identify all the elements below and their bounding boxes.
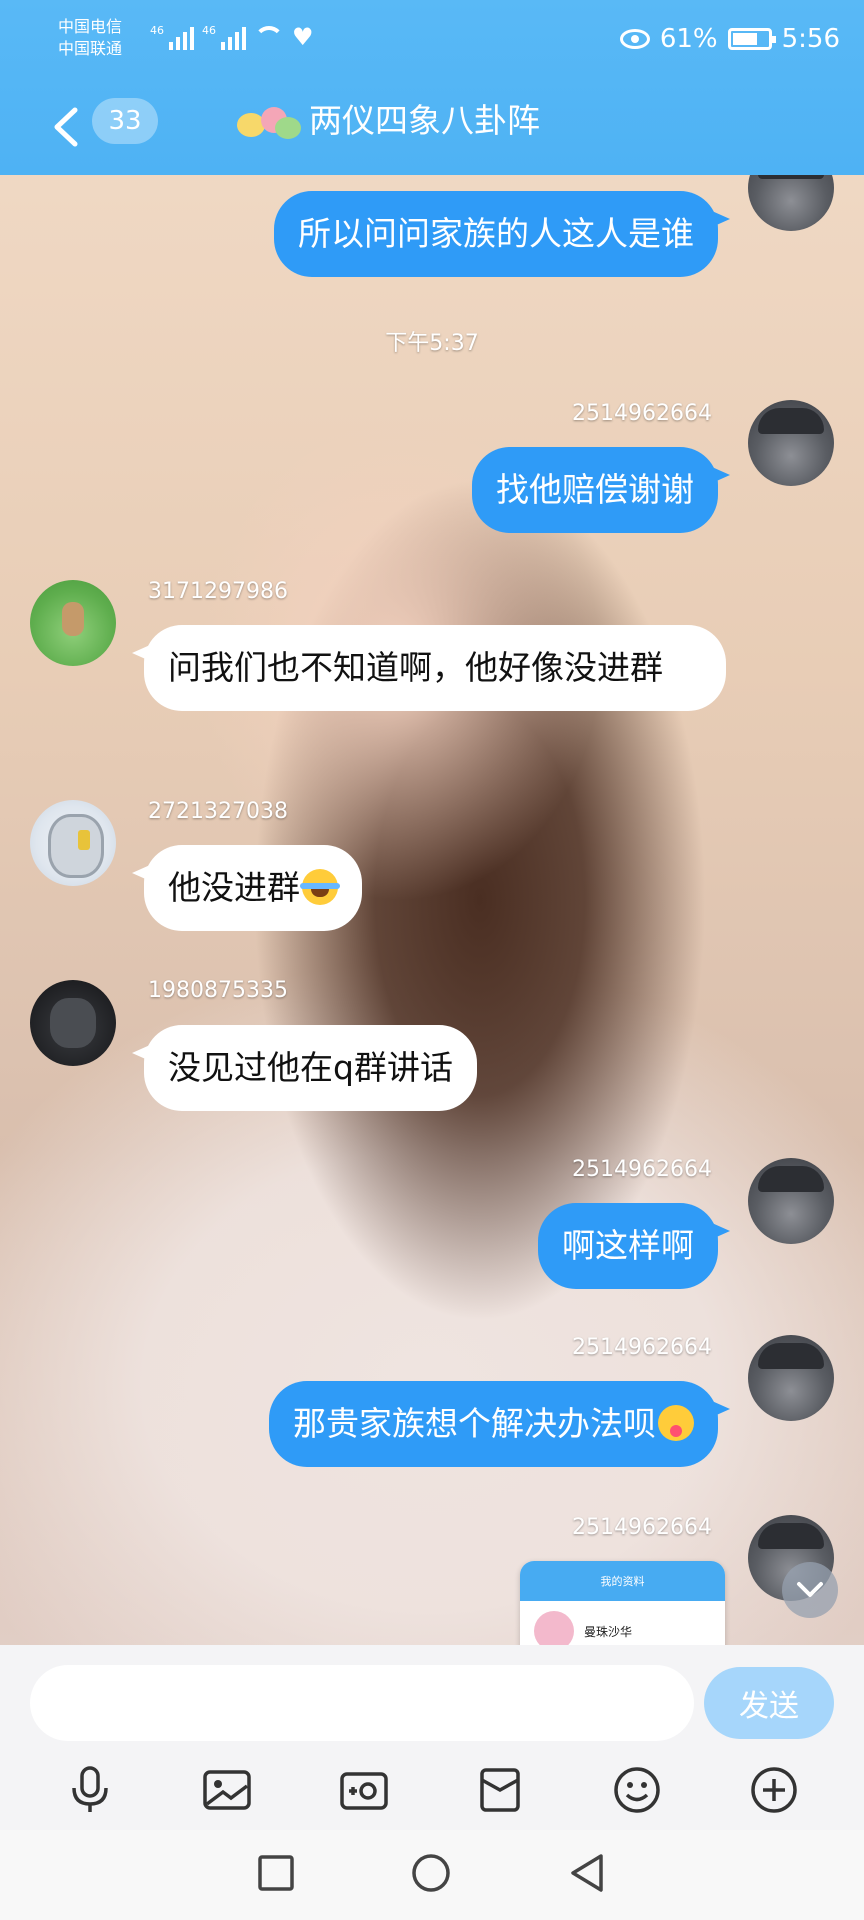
signal-indicators: 46 46 ♥ (150, 24, 314, 50)
system-back-button[interactable] (567, 1852, 607, 1898)
message-text: 那贵家族想个解决办法呗 (293, 1404, 656, 1443)
group-title-text: 两仪四象八卦阵 (309, 101, 540, 140)
message-bubble[interactable]: 他没进群 (132, 845, 362, 931)
sender-id: 2514962664 (572, 1157, 712, 1182)
signal-icon: 46 (202, 24, 246, 50)
message-bubble[interactable]: 找他赔偿谢谢 (472, 447, 730, 533)
clock: 5:56 (781, 24, 840, 54)
thumbnail-name: 曼珠沙华 (584, 1624, 633, 1639)
chevron-left-icon (54, 107, 78, 147)
home-button[interactable] (410, 1852, 452, 1898)
circle-icon (412, 1854, 450, 1892)
group-title[interactable]: 两仪四象八卦阵 (235, 98, 540, 144)
sender-id: 2514962664 (572, 1335, 712, 1360)
chevron-down-icon (797, 1582, 823, 1597)
yum-emoji-icon (658, 1405, 694, 1441)
signal-icon: 46 (150, 24, 194, 50)
image-button[interactable] (201, 1764, 253, 1816)
eye-icon (619, 29, 650, 49)
camera-button[interactable] (338, 1764, 390, 1816)
status-right: 61% 5:56 (619, 24, 840, 54)
sender-id: 2721327038 (148, 799, 288, 824)
avatar[interactable] (748, 1335, 834, 1421)
flower-emoji-icon (235, 101, 303, 141)
sender-id: 2514962664 (572, 401, 712, 426)
composer: 发送 (0, 1645, 864, 1830)
message-input[interactable] (30, 1665, 694, 1741)
avatar[interactable] (748, 1158, 834, 1244)
scroll-to-bottom-button[interactable] (782, 1562, 838, 1618)
recents-button[interactable] (257, 1854, 295, 1896)
sender-id: 2514962664 (572, 1515, 712, 1540)
avatar[interactable] (748, 400, 834, 486)
sender-id: 3171297986 (148, 579, 288, 604)
carrier-1: 中国电信 (58, 17, 123, 36)
top-bar: 中国电信 中国联通 46 46 ♥ 61% 5:56 33 两仪四象八卦阵 (0, 0, 864, 175)
plus-icon (750, 1767, 797, 1813)
more-button[interactable] (748, 1764, 800, 1816)
thumbnail-header: 我的资料 (520, 1561, 725, 1601)
emoji-icon (614, 1767, 660, 1813)
system-navigation-bar (0, 1830, 864, 1920)
avatar[interactable] (30, 980, 116, 1066)
carrier-labels: 中国电信 中国联通 (58, 16, 122, 60)
message-bubble[interactable]: 没见过他在q群讲话 (132, 1025, 477, 1111)
avatar[interactable] (30, 800, 116, 886)
box-button[interactable] (474, 1764, 526, 1816)
camera-icon (339, 1772, 388, 1810)
battery-percent: 61% (659, 24, 718, 54)
thumbnail-avatar (534, 1611, 574, 1645)
heart-icon: ♥ (292, 23, 314, 51)
triangle-back-icon (570, 1854, 603, 1892)
emoji-button[interactable] (611, 1764, 663, 1816)
unread-badge[interactable]: 33 (92, 98, 158, 144)
microphone-icon (72, 1766, 109, 1812)
message-bubble[interactable]: 问我们也不知道啊，他好像没进群 (132, 625, 726, 711)
box-icon (480, 1768, 521, 1812)
square-icon (258, 1855, 295, 1891)
message-text: 他没进群 (168, 868, 300, 907)
wifi-icon (254, 26, 284, 50)
voice-button[interactable] (64, 1764, 116, 1816)
status-bar: 中国电信 中国联通 46 46 ♥ 61% 5:56 (0, 0, 864, 90)
message-bubble[interactable]: 啊这样啊 (538, 1203, 730, 1289)
message-bubble[interactable]: 那贵家族想个解决办法呗 (269, 1381, 730, 1467)
battery-icon (727, 28, 776, 50)
timestamp: 下午5:37 (385, 331, 479, 356)
thumbnail-body: 曼珠沙华 (520, 1601, 725, 1645)
back-button[interactable] (46, 104, 86, 150)
composer-toolbar (0, 1755, 864, 1825)
chat-navbar: 33 两仪四象八卦阵 (0, 90, 864, 175)
sender-id: 1980875335 (148, 978, 288, 1003)
image-icon (203, 1770, 251, 1810)
message-list[interactable]: 所以问问家族的人这人是谁 下午5:37 2514962664 找他赔偿谢谢 31… (0, 175, 864, 1645)
carrier-2: 中国联通 (58, 39, 123, 58)
avatar[interactable] (748, 175, 834, 231)
send-button[interactable]: 发送 (704, 1667, 834, 1739)
avatar[interactable] (30, 580, 116, 666)
image-message-thumbnail[interactable]: 我的资料 曼珠沙华 (520, 1561, 725, 1645)
message-bubble[interactable]: 所以问问家族的人这人是谁 (274, 191, 730, 277)
tears-of-joy-emoji-icon (300, 869, 340, 905)
